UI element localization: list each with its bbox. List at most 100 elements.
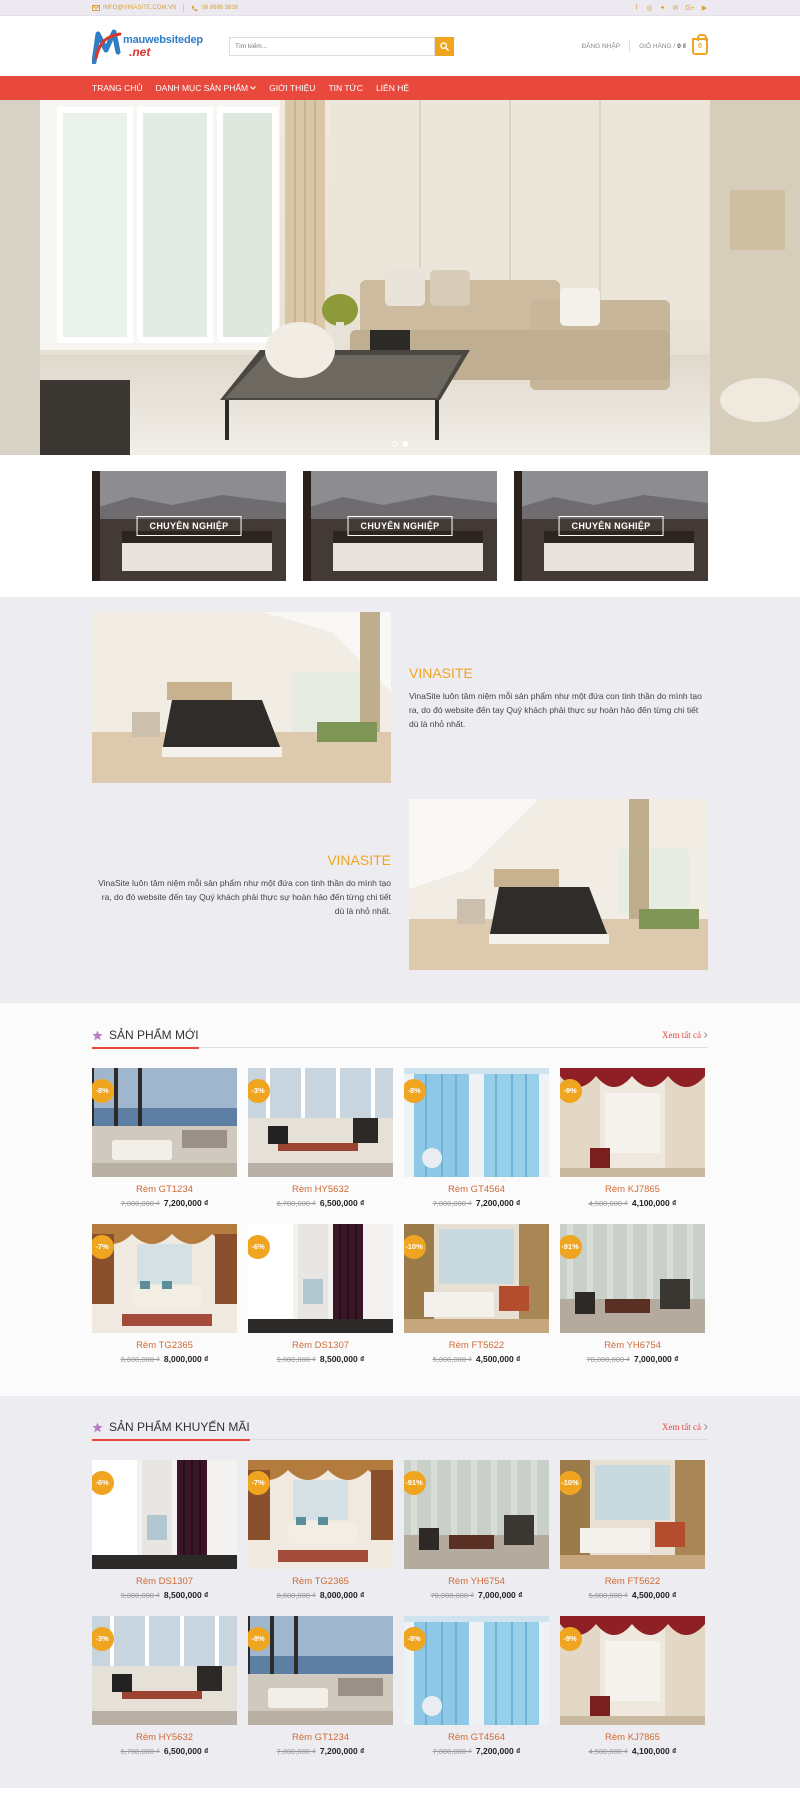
product-name[interactable]: Rèm DS1307 [248, 1340, 393, 1351]
product-image[interactable]: -91% [560, 1224, 705, 1333]
main-nav: TRANG CHỦ DANH MỤC SẢN PHẨM GIỚI THIỆU T… [0, 76, 800, 100]
product-name[interactable]: Rèm HY5632 [92, 1732, 237, 1743]
youtube-icon[interactable]: ▶ [701, 5, 708, 12]
product-card[interactable]: -7% Rèm TG2365 8,600,000 ₫ 8,000,000 ₫ [92, 1224, 237, 1364]
sale-price: 7,200,000 ₫ [475, 1746, 521, 1756]
product-name[interactable]: Rèm HY5632 [248, 1184, 393, 1195]
search-button[interactable] [435, 36, 454, 56]
topbar-email[interactable]: INFO@VINASITE.COM.VN [92, 5, 176, 11]
product-name[interactable]: Rèm GT4564 [404, 1732, 549, 1743]
product-card[interactable]: -91% Rèm YH6754 78,000,000 ₫ 7,000,000 ₫ [404, 1460, 549, 1600]
product-image[interactable]: -7% [92, 1224, 237, 1333]
section-header: SẢN PHẨM MỚI Xem tất cả [92, 1023, 708, 1049]
star-icon [92, 1422, 103, 1432]
slider-dot[interactable] [391, 441, 398, 447]
product-image[interactable]: -9% [560, 1068, 705, 1177]
instagram-icon[interactable]: ◎ [646, 5, 653, 12]
hero-slider[interactable] [0, 100, 800, 455]
slider-dot-active[interactable] [402, 441, 409, 447]
login-link[interactable]: ĐĂNG NHẬP [581, 43, 620, 50]
feature-banner[interactable]: CHUYÊN NGHIỆP [303, 471, 497, 581]
nav-item-news[interactable]: TIN TỨC [328, 83, 363, 93]
product-name[interactable]: Rèm TG2365 [92, 1340, 237, 1351]
sale-price: 7,200,000 ₫ [319, 1746, 365, 1756]
product-price: 7,800,000 ₫ 7,200,000 ₫ [404, 1746, 549, 1756]
product-price: 6,700,000 ₫ 6,500,000 ₫ [248, 1198, 393, 1208]
product-image[interactable]: -3% [92, 1616, 237, 1725]
search-icon [440, 41, 449, 51]
product-name[interactable]: Rèm GT1234 [248, 1732, 393, 1743]
product-price: 8,600,000 ₫ 8,000,000 ₫ [92, 1354, 237, 1364]
banner-button[interactable]: CHUYÊN NGHIỆP [347, 516, 453, 536]
googleplus-icon[interactable]: G+ [685, 5, 695, 12]
section-title-text: SẢN PHẨM MỚI [109, 1028, 199, 1042]
twitter-icon[interactable]: ✦ [659, 5, 666, 12]
product-image[interactable]: -91% [404, 1460, 549, 1569]
about-title: VINASITE [327, 851, 391, 868]
product-image[interactable]: -8% [404, 1616, 549, 1725]
product-image[interactable]: -10% [560, 1460, 705, 1569]
product-name[interactable]: Rèm KJ7865 [560, 1184, 705, 1195]
view-all-link[interactable]: Xem tất cả [662, 1422, 708, 1432]
product-name[interactable]: Rèm YH6754 [404, 1576, 549, 1587]
facebook-icon[interactable]: f [633, 5, 640, 12]
about-text-block: VINASITE VinaSite luôn tâm niệm mỗi sản … [92, 852, 391, 918]
product-image[interactable]: -8% [92, 1068, 237, 1177]
feature-banner[interactable]: CHUYÊN NGHIỆP [92, 471, 286, 581]
cart-count-badge[interactable]: 0 [692, 33, 708, 55]
product-card[interactable]: -10% Rèm FT5622 5,000,000 ₫ 4,500,000 ₫ [404, 1224, 549, 1364]
product-name[interactable]: Rèm FT5622 [560, 1576, 705, 1587]
product-name[interactable]: Rèm TG2365 [248, 1576, 393, 1587]
topbar-phone[interactable]: 08 8686 3838 [191, 5, 238, 12]
product-card[interactable]: -6% Rèm DS1307 9,000,000 ₫ 8,500,000 ₫ [248, 1224, 393, 1364]
product-image[interactable]: -8% [404, 1068, 549, 1177]
product-card[interactable]: -3% Rèm HY5632 6,700,000 ₫ 6,500,000 ₫ [92, 1616, 237, 1756]
product-image[interactable]: -10% [404, 1224, 549, 1333]
product-image[interactable]: -6% [248, 1224, 393, 1333]
sale-price: 8,500,000 ₫ [319, 1354, 365, 1364]
banner-button[interactable]: CHUYÊN NGHIỆP [136, 516, 242, 536]
sale-price: 4,500,000 ₫ [475, 1354, 521, 1364]
product-price: 7,800,000 ₫ 7,200,000 ₫ [248, 1746, 393, 1756]
product-image[interactable]: -7% [248, 1460, 393, 1569]
product-name[interactable]: Rèm GT4564 [404, 1184, 549, 1195]
product-card[interactable]: -8% Rèm GT1234 7,800,000 ₫ 7,200,000 ₫ [92, 1068, 237, 1208]
chevron-right-icon [704, 1424, 708, 1430]
feature-banner[interactable]: CHUYÊN NGHIỆP [514, 471, 708, 581]
banner-button[interactable]: CHUYÊN NGHIỆP [558, 516, 664, 536]
product-photo [248, 1224, 393, 1333]
product-name[interactable]: Rèm YH6754 [560, 1340, 705, 1351]
product-image[interactable]: -9% [560, 1616, 705, 1725]
nav-item-categories[interactable]: DANH MỤC SẢN PHẨM [156, 83, 257, 93]
product-image[interactable]: -8% [248, 1616, 393, 1725]
about-row: VINASITE VinaSite luôn tâm niệm mỗi sản … [92, 799, 708, 970]
product-card[interactable]: -10% Rèm FT5622 5,000,000 ₫ 4,500,000 ₫ [560, 1460, 705, 1600]
product-photo [92, 1068, 237, 1177]
product-name[interactable]: Rèm KJ7865 [560, 1732, 705, 1743]
view-all-link[interactable]: Xem tất cả [662, 1030, 708, 1040]
nav-item-contact[interactable]: LIÊN HỆ [376, 83, 409, 93]
social-links: f ◎ ✦ ✉ G+ ▶ [633, 5, 708, 12]
product-name[interactable]: Rèm DS1307 [92, 1576, 237, 1587]
nav-item-home[interactable]: TRANG CHỦ [92, 83, 143, 93]
product-card[interactable]: -9% Rèm KJ7865 4,500,000 ₫ 4,100,000 ₫ [560, 1068, 705, 1208]
product-image[interactable]: -6% [92, 1460, 237, 1569]
product-card[interactable]: -9% Rèm KJ7865 4,500,000 ₫ 4,100,000 ₫ [560, 1616, 705, 1756]
product-card[interactable]: -8% Rèm GT4564 7,800,000 ₫ 7,200,000 ₫ [404, 1068, 549, 1208]
product-card[interactable]: -8% Rèm GT4564 7,800,000 ₫ 7,200,000 ₫ [404, 1616, 549, 1756]
product-price: 5,000,000 ₫ 4,500,000 ₫ [404, 1354, 549, 1364]
cart-label[interactable]: GIỎ HÀNG / [639, 43, 675, 50]
product-card[interactable]: -7% Rèm TG2365 8,600,000 ₫ 8,000,000 ₫ [248, 1460, 393, 1600]
site-logo[interactable]: mauwebsitedep .net [92, 26, 222, 66]
product-card[interactable]: -91% Rèm YH6754 78,000,000 ₫ 7,000,000 ₫ [560, 1224, 705, 1364]
product-photo [404, 1068, 549, 1177]
product-image[interactable]: -3% [248, 1068, 393, 1177]
product-card[interactable]: -3% Rèm HY5632 6,700,000 ₫ 6,500,000 ₫ [248, 1068, 393, 1208]
nav-item-about[interactable]: GIỚI THIỆU [269, 83, 315, 93]
product-card[interactable]: -8% Rèm GT1234 7,800,000 ₫ 7,200,000 ₫ [248, 1616, 393, 1756]
search-input[interactable] [229, 36, 435, 56]
product-name[interactable]: Rèm GT1234 [92, 1184, 237, 1195]
product-card[interactable]: -6% Rèm DS1307 9,000,000 ₫ 8,500,000 ₫ [92, 1460, 237, 1600]
product-name[interactable]: Rèm FT5622 [404, 1340, 549, 1351]
email-icon[interactable]: ✉ [672, 5, 679, 12]
